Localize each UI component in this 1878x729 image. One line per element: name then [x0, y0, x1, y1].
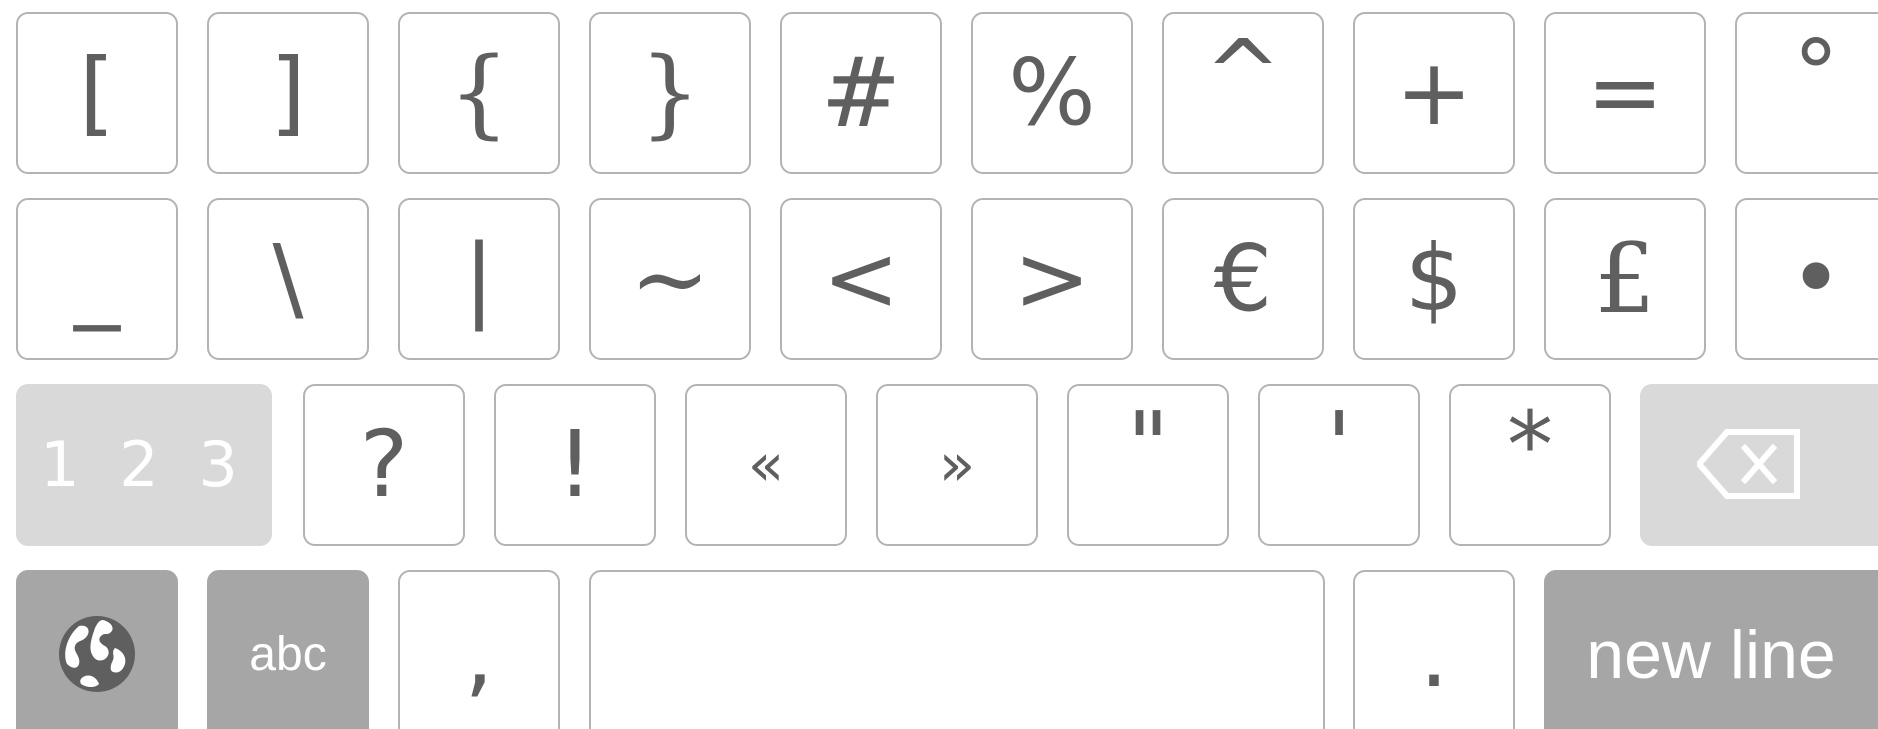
key-hash[interactable]: # — [780, 12, 942, 174]
key-double-quote[interactable]: " — [1067, 384, 1229, 546]
key-asterisk[interactable]: * — [1449, 384, 1611, 546]
abc-key-label: abc — [249, 628, 327, 681]
key-label: % — [1008, 39, 1096, 146]
key-plus[interactable]: + — [1353, 12, 1515, 174]
key-label: = — [1586, 39, 1664, 146]
period-key[interactable]: . — [1353, 570, 1515, 729]
delete-key[interactable] — [1640, 384, 1878, 546]
key-left-guillemet[interactable]: « — [685, 384, 847, 546]
key-label: • — [1788, 225, 1844, 332]
key-label: « — [747, 430, 785, 500]
key-dollar[interactable]: $ — [1353, 198, 1515, 360]
key-question[interactable]: ? — [303, 384, 465, 546]
key-label: ' — [1326, 392, 1352, 499]
key-label: ] — [270, 39, 306, 146]
key-label: [ — [79, 39, 115, 146]
key-left-bracket[interactable]: [ — [16, 12, 178, 174]
key-equals[interactable]: = — [1544, 12, 1706, 174]
key-tilde[interactable]: ~ — [589, 198, 751, 360]
key-label: € — [1213, 225, 1273, 332]
key-label: £ — [1594, 223, 1656, 335]
key-label: " — [1126, 392, 1170, 499]
key-label: , — [464, 601, 494, 708]
key-less-than[interactable]: < — [780, 198, 942, 360]
key-label: $ — [1404, 225, 1464, 332]
key-label: _ — [74, 225, 120, 332]
key-right-brace[interactable]: } — [589, 12, 751, 174]
key-underscore[interactable]: _ — [16, 198, 178, 360]
key-label: . — [1419, 601, 1449, 708]
new-line-key-label: new line — [1586, 617, 1836, 693]
backspace-icon — [1695, 428, 1801, 503]
key-label: \ — [272, 225, 304, 332]
key-label: ! — [556, 411, 594, 518]
abc-key[interactable]: abc — [207, 570, 369, 729]
key-label: ~ — [629, 223, 711, 335]
key-percent[interactable]: % — [971, 12, 1133, 174]
key-label: + — [1395, 39, 1473, 146]
globe-icon — [57, 614, 137, 697]
key-euro[interactable]: € — [1162, 198, 1324, 360]
key-bullet[interactable]: • — [1735, 198, 1878, 360]
key-right-bracket[interactable]: ] — [207, 12, 369, 174]
key-label: * — [1507, 392, 1553, 499]
key-backslash[interactable]: \ — [207, 198, 369, 360]
key-left-brace[interactable]: { — [398, 12, 560, 174]
language-key[interactable] — [16, 570, 178, 729]
key-exclamation[interactable]: ! — [494, 384, 656, 546]
key-label: > — [1013, 225, 1091, 332]
key-label: < — [822, 225, 900, 332]
key-label: ^ — [1204, 20, 1282, 127]
key-pound[interactable]: £ — [1544, 198, 1706, 360]
key-label: ° — [1793, 20, 1839, 127]
key-greater-than[interactable]: > — [971, 198, 1133, 360]
key-right-guillemet[interactable]: » — [876, 384, 1038, 546]
space-bar[interactable] — [589, 570, 1325, 729]
numbers-key[interactable]: 1 2 3 — [16, 384, 272, 546]
numbers-key-label: 1 2 3 — [40, 428, 248, 501]
key-label: { — [448, 37, 510, 149]
key-label: } — [639, 37, 701, 149]
key-label: » — [938, 430, 976, 500]
key-apostrophe[interactable]: ' — [1258, 384, 1420, 546]
new-line-key[interactable]: new line — [1544, 570, 1878, 729]
key-label: ? — [359, 411, 409, 518]
key-pipe[interactable]: | — [398, 198, 560, 360]
symbols-keyboard: [ ] { } # % ^ + = ° _ \ | ~ < > € $ £ • … — [0, 0, 1878, 729]
key-caret[interactable]: ^ — [1162, 12, 1324, 174]
key-label: # — [820, 37, 902, 149]
comma-key[interactable]: , — [398, 570, 560, 729]
key-label: | — [463, 225, 495, 332]
key-degree[interactable]: ° — [1735, 12, 1878, 174]
